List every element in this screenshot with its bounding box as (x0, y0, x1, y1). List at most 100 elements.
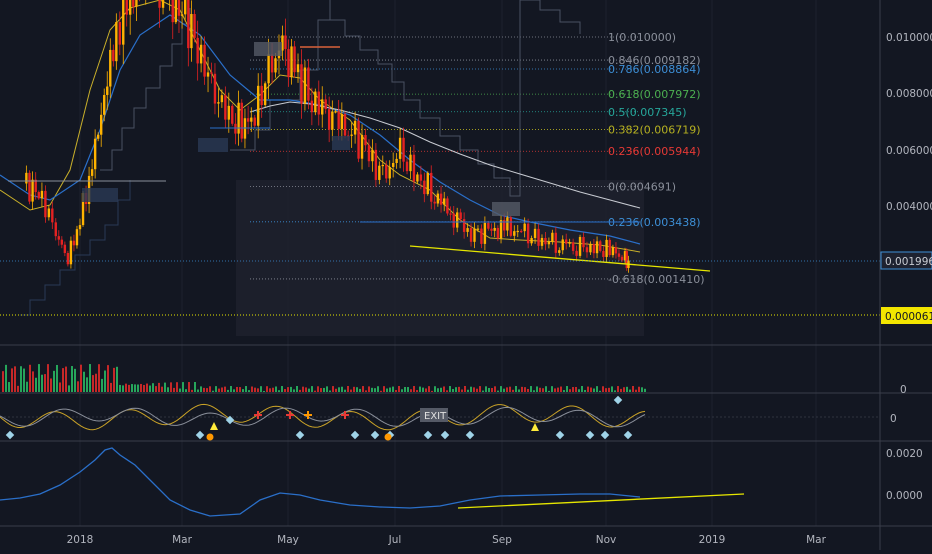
volume-bar (386, 388, 388, 392)
candle-body (227, 105, 231, 120)
candle-body (350, 134, 353, 136)
candle-body (257, 85, 260, 126)
volume-bar (2, 371, 4, 392)
candle-body (72, 240, 76, 246)
volume-bar (542, 388, 544, 392)
oscillator-dot-marker (384, 433, 392, 441)
candle-body (246, 118, 250, 122)
candle-body (300, 64, 303, 104)
volume-bar (224, 386, 226, 392)
exit-label: EXIT (424, 411, 447, 422)
volume-bar (128, 384, 130, 392)
price-tick-label: 0.004000 (886, 201, 932, 213)
candle-body (589, 244, 592, 253)
volume-bar (428, 386, 430, 392)
candle-body (430, 172, 433, 202)
candle-body (296, 64, 300, 73)
volume-bar (356, 387, 358, 392)
candle-body (125, 0, 128, 15)
candle-body (493, 227, 496, 231)
volume-bar (395, 389, 397, 392)
time-tick-label: Jul (388, 534, 402, 546)
candle-body (426, 172, 429, 195)
volume-bar (359, 388, 361, 392)
volume-bar (344, 389, 346, 392)
fib-level-label: 0.786(0.008864) (608, 63, 701, 76)
volume-bar (50, 378, 52, 392)
volume-bar (233, 389, 235, 392)
volume-bar (467, 389, 469, 392)
candle-body (213, 73, 217, 104)
volume-bar (227, 389, 229, 392)
candle-body (310, 100, 314, 113)
volume-bar (641, 387, 643, 392)
candle-body (595, 241, 599, 254)
candle-body (115, 22, 118, 62)
candle-body (611, 247, 615, 256)
candle-body (284, 35, 287, 50)
candle-body (568, 242, 571, 244)
volume-bar (644, 388, 646, 392)
candle-body (34, 179, 37, 193)
volume-bar (83, 371, 85, 392)
volume-bar (23, 368, 25, 392)
candle-body (578, 236, 582, 256)
volume-bar (152, 383, 154, 392)
volume-bar (311, 386, 313, 392)
volume-bar (593, 388, 595, 392)
candle-body (402, 137, 405, 162)
volume-bar (623, 387, 625, 392)
volume-bar (620, 388, 622, 392)
volume-bar (35, 377, 37, 392)
candle-body (599, 241, 602, 251)
oscillator-dot-marker (206, 433, 214, 441)
volume-bar (347, 386, 349, 392)
volume-bar (452, 388, 454, 392)
candle-body (231, 105, 234, 124)
candle-body (605, 239, 608, 257)
volume-bar (632, 386, 634, 392)
volume-bar (116, 366, 118, 392)
candle-body (419, 174, 423, 181)
candle-body (132, 0, 135, 7)
volume-bar (38, 364, 40, 392)
volume-bar (8, 382, 10, 392)
volume-bar (77, 381, 79, 392)
volume-bar (161, 386, 163, 392)
candle-body (184, 0, 187, 15)
volume-bar (608, 387, 610, 392)
volume-bar (131, 384, 133, 392)
volume-bar (146, 383, 148, 392)
volume-bar (62, 368, 64, 392)
volume-bar (338, 387, 340, 392)
candle-body (571, 242, 575, 251)
volume-bar (320, 388, 322, 392)
volume-bar (371, 387, 373, 392)
candle-body (112, 49, 115, 62)
volume-bar (554, 388, 556, 392)
volume-bar (53, 370, 55, 392)
volume-bar (584, 389, 586, 392)
volume-bar (176, 382, 178, 392)
candle-body (439, 193, 443, 205)
volume-bar (266, 386, 268, 392)
candle-body (203, 44, 206, 77)
volume-bar (530, 386, 532, 392)
fib-level-label: -0.618(0.001410) (608, 273, 705, 286)
candle-body (177, 0, 181, 16)
volume-bar (638, 386, 640, 392)
volume-bar (218, 388, 220, 392)
candle-body (106, 86, 109, 95)
candle-body (69, 240, 73, 265)
volume-bar (293, 389, 295, 392)
volume-bar (329, 390, 331, 392)
candle-body (206, 72, 210, 77)
candle-body (371, 149, 374, 162)
volume-bar (134, 384, 136, 392)
volume-bar (200, 386, 202, 392)
volume-bar (479, 386, 481, 392)
volume-bar (563, 390, 565, 392)
candle-body (367, 145, 371, 162)
candle-body (193, 14, 196, 38)
candle-body (234, 123, 237, 134)
